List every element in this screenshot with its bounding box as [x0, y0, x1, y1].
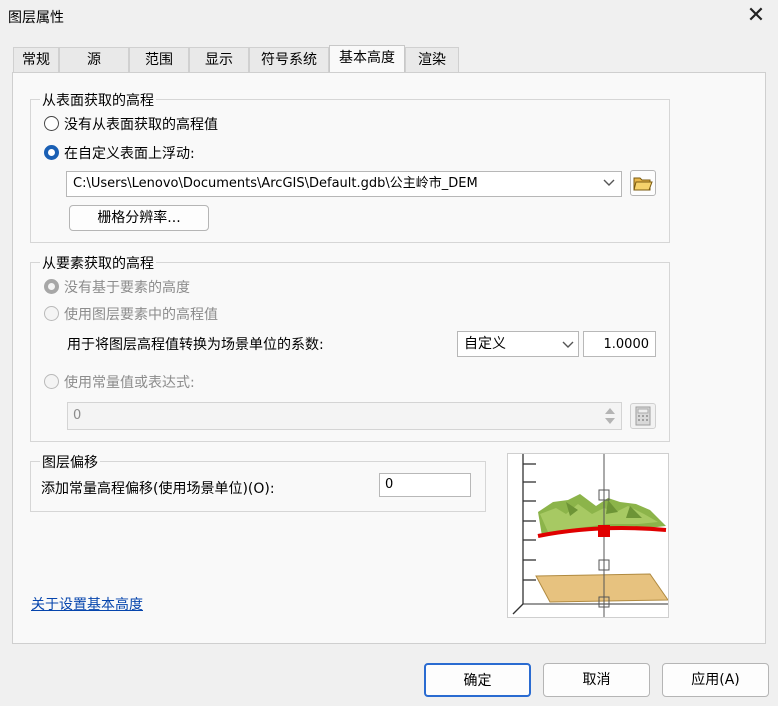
browse-folder-button[interactable] — [630, 170, 656, 196]
surface-path-select[interactable]: C:\Users\Lenovo\Documents\ArcGIS\Default… — [66, 171, 622, 197]
radio-layer-elevation[interactable] — [44, 306, 59, 321]
tab-rendering[interactable]: 渲染 — [405, 47, 459, 72]
offset-label: 添加常量高程偏移(使用场景单位)(O): — [41, 481, 275, 497]
close-icon: ✕ — [746, 3, 766, 28]
unit-select-value: 自定义 — [464, 336, 506, 352]
tab-symbology[interactable]: 符号系统 — [249, 47, 329, 72]
offset-input[interactable]: 0 — [379, 473, 471, 497]
chevron-down-icon — [602, 175, 616, 193]
tab-source[interactable]: 源 — [59, 47, 129, 72]
radio-no-surface[interactable] — [44, 116, 59, 131]
expression-spinner[interactable] — [601, 403, 619, 429]
radio-constant-expression[interactable] — [44, 374, 59, 389]
tab-general[interactable]: 常规 — [13, 47, 59, 72]
expression-input[interactable]: 0 — [67, 402, 622, 430]
cancel-button[interactable]: 取消 — [543, 663, 650, 697]
tab-display[interactable]: 显示 — [189, 47, 249, 72]
close-button[interactable]: ✕ — [742, 3, 770, 29]
calculator-icon — [635, 406, 651, 426]
title-bar — [0, 0, 778, 34]
feature-group-title: 从要素获取的高程 — [40, 253, 156, 273]
tab-base-heights[interactable]: 基本高度 — [329, 45, 405, 74]
help-link-base-heights[interactable]: 关于设置基本高度 — [31, 594, 143, 614]
radio-no-feature[interactable] — [44, 279, 59, 294]
folder-open-icon — [633, 177, 653, 191]
chevron-down-icon — [561, 337, 575, 355]
radio-float-surface[interactable] — [44, 145, 59, 160]
apply-button[interactable]: 应用(A) — [662, 663, 769, 697]
elevation-diagram-image — [512, 454, 669, 617]
radio-no-feature-label: 没有基于要素的高度 — [64, 280, 190, 296]
raster-resolution-button[interactable]: 栅格分辨率... — [69, 205, 209, 231]
conversion-factor-label: 用于将图层高程值转换为场景单位的系数: — [67, 337, 324, 353]
surface-path-value: C:\Users\Lenovo\Documents\ArcGIS\Default… — [73, 176, 478, 191]
radio-float-surface-label: 在自定义表面上浮动: — [64, 146, 195, 162]
tab-extent[interactable]: 范围 — [129, 47, 189, 72]
offset-group-title: 图层偏移 — [40, 452, 100, 472]
spin-arrows-icon — [605, 408, 615, 424]
ok-button[interactable]: 确定 — [424, 663, 531, 697]
radio-constant-expression-label: 使用常量值或表达式: — [64, 375, 195, 391]
factor-input[interactable]: 1.0000 — [583, 331, 656, 357]
radio-layer-elevation-label: 使用图层要素中的高程值 — [64, 307, 218, 323]
surface-group-title: 从表面获取的高程 — [40, 90, 156, 110]
base-height-illustration — [507, 453, 669, 618]
expression-builder-button[interactable] — [630, 403, 656, 429]
radio-no-surface-label: 没有从表面获取的高程值 — [64, 117, 218, 133]
window-title: 图层属性 — [8, 10, 64, 26]
